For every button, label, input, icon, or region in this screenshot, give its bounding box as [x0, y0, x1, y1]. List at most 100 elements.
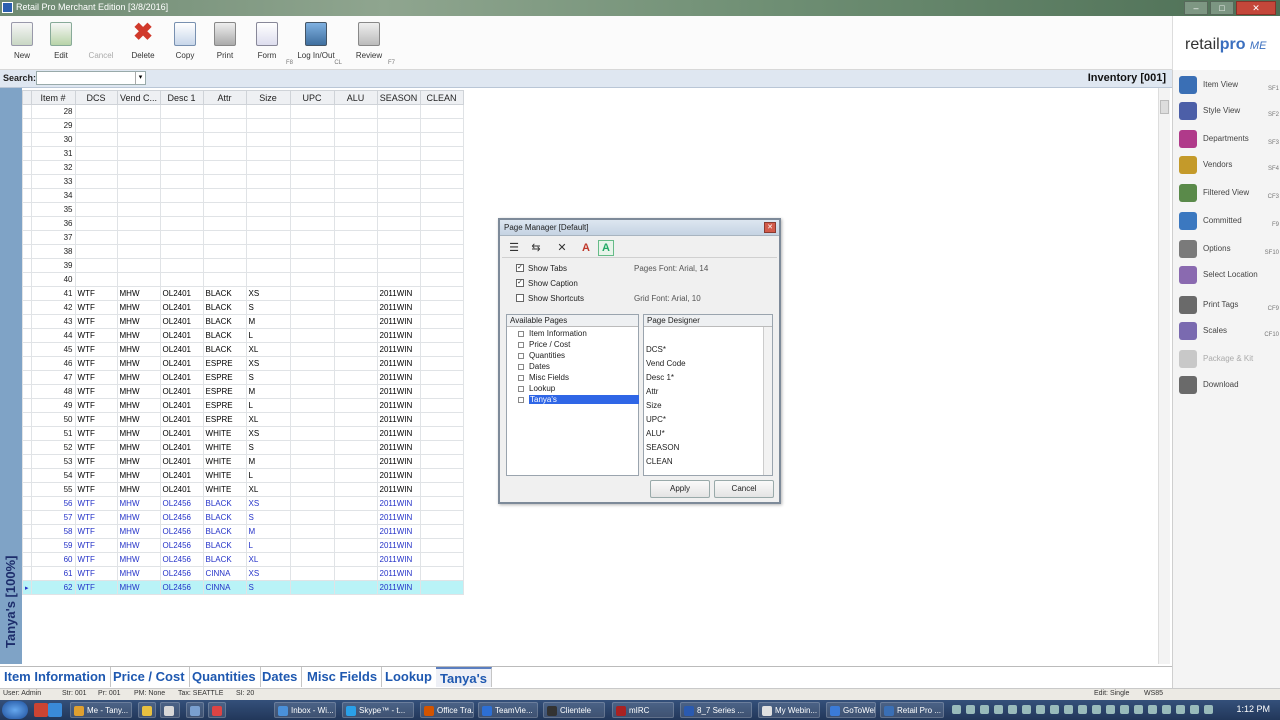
tray-icon[interactable] [1022, 705, 1031, 714]
table-cell[interactable]: XS [245, 286, 291, 301]
table-row[interactable]: 31 [22, 146, 464, 161]
item-number-cell[interactable]: 42 [30, 300, 76, 315]
table-cell[interactable] [116, 132, 161, 147]
table-cell[interactable] [202, 118, 247, 133]
grid-font-icon[interactable]: A [598, 240, 614, 256]
table-cell[interactable] [289, 510, 335, 525]
table-cell[interactable] [289, 398, 335, 413]
table-cell[interactable]: ESPRE [202, 384, 247, 399]
table-cell[interactable]: 2011WIN [376, 552, 421, 567]
table-cell[interactable]: 2011WIN [376, 426, 421, 441]
table-cell[interactable]: OL2401 [159, 286, 204, 301]
swap-icon[interactable]: ⇆ [528, 240, 544, 256]
table-row[interactable]: 54 WTF MHW OL2401 WHITE L 2011WIN [22, 468, 464, 483]
tray-icon[interactable] [1148, 705, 1157, 714]
tray-icon[interactable] [1190, 705, 1199, 714]
table-row[interactable]: 61 WTF MHW OL2456 CINNA XS 2011WIN [22, 566, 464, 581]
table-cell[interactable]: MHW [116, 356, 161, 371]
table-cell[interactable]: MHW [116, 580, 161, 595]
row-indicator[interactable] [22, 146, 32, 161]
table-cell[interactable]: WHITE [202, 482, 247, 497]
table-cell[interactable]: WTF [74, 580, 118, 595]
grid-corner[interactable] [22, 90, 32, 105]
table-cell[interactable]: WTF [74, 356, 118, 371]
table-cell[interactable] [419, 384, 464, 399]
item-number-cell[interactable]: 47 [30, 370, 76, 385]
table-cell[interactable]: 2011WIN [376, 384, 421, 399]
table-cell[interactable] [333, 552, 378, 567]
item-number-cell[interactable]: 44 [30, 328, 76, 343]
table-cell[interactable] [116, 244, 161, 259]
table-row[interactable]: 52 WTF MHW OL2401 WHITE S 2011WIN [22, 440, 464, 455]
new-button[interactable]: New [2, 22, 42, 60]
table-cell[interactable]: CINNA [202, 580, 247, 595]
side-item-departments[interactable]: Departments SF3 [1177, 128, 1279, 150]
item-number-cell[interactable]: 28 [30, 104, 76, 119]
table-cell[interactable]: 2011WIN [376, 510, 421, 525]
table-cell[interactable]: OL2401 [159, 384, 204, 399]
taskbar-item[interactable]: Clientele [543, 702, 605, 718]
table-cell[interactable] [74, 272, 118, 287]
table-cell[interactable] [289, 314, 335, 329]
table-cell[interactable]: MHW [116, 482, 161, 497]
table-cell[interactable] [289, 342, 335, 357]
row-indicator[interactable] [22, 524, 32, 539]
table-cell[interactable]: XL [245, 342, 291, 357]
table-cell[interactable] [289, 160, 335, 175]
table-cell[interactable]: WTF [74, 286, 118, 301]
table-cell[interactable] [333, 300, 378, 315]
item-number-cell[interactable]: 56 [30, 496, 76, 511]
table-cell[interactable] [376, 132, 421, 147]
table-cell[interactable] [289, 174, 335, 189]
row-indicator[interactable] [22, 202, 32, 217]
table-cell[interactable] [159, 216, 204, 231]
table-cell[interactable] [74, 244, 118, 259]
ie-icon[interactable] [48, 703, 62, 717]
table-cell[interactable]: MHW [116, 566, 161, 581]
table-cell[interactable] [159, 146, 204, 161]
item-number-cell[interactable]: 59 [30, 538, 76, 553]
table-cell[interactable] [333, 132, 378, 147]
table-cell[interactable] [289, 272, 335, 287]
column-header[interactable]: ALU [333, 90, 378, 105]
item-number-cell[interactable]: 51 [30, 426, 76, 441]
table-cell[interactable] [419, 370, 464, 385]
table-cell[interactable]: MHW [116, 454, 161, 469]
taskbar-item[interactable] [186, 702, 204, 718]
table-cell[interactable] [289, 258, 335, 273]
item-number-cell[interactable]: 29 [30, 118, 76, 133]
table-cell[interactable] [333, 104, 378, 119]
table-cell[interactable]: MHW [116, 496, 161, 511]
side-item-style-view[interactable]: Style View SF2 [1177, 100, 1279, 122]
table-cell[interactable] [159, 104, 204, 119]
tab-misc-fields[interactable]: Misc Fields [303, 667, 383, 687]
table-cell[interactable] [333, 230, 378, 245]
table-cell[interactable] [202, 188, 247, 203]
side-item-package-kit[interactable]: Package & Kit [1177, 348, 1279, 370]
table-row[interactable]: 53 WTF MHW OL2401 WHITE M 2011WIN [22, 454, 464, 469]
table-cell[interactable] [419, 202, 464, 217]
table-row[interactable]: 34 [22, 188, 464, 203]
row-indicator[interactable] [22, 104, 32, 119]
table-row[interactable]: 56 WTF MHW OL2456 BLACK XS 2011WIN [22, 496, 464, 511]
row-indicator[interactable] [22, 160, 32, 175]
taskbar-item[interactable] [138, 702, 156, 718]
table-cell[interactable] [333, 426, 378, 441]
table-cell[interactable] [245, 160, 291, 175]
tab-price-cost[interactable]: Price / Cost [109, 667, 190, 687]
item-number-cell[interactable]: 37 [30, 230, 76, 245]
copy-button[interactable]: Copy [165, 22, 205, 60]
table-cell[interactable]: BLACK [202, 286, 247, 301]
table-row[interactable]: 50 WTF MHW OL2401 ESPRE XL 2011WIN [22, 412, 464, 427]
side-item-download[interactable]: Download [1177, 374, 1279, 396]
row-indicator[interactable] [22, 272, 32, 287]
table-row[interactable]: 48 WTF MHW OL2401 ESPRE M 2011WIN [22, 384, 464, 399]
table-row[interactable]: 57 WTF MHW OL2456 BLACK S 2011WIN [22, 510, 464, 525]
table-cell[interactable] [245, 118, 291, 133]
table-cell[interactable] [376, 118, 421, 133]
tray-icon[interactable] [994, 705, 1003, 714]
table-cell[interactable]: M [245, 314, 291, 329]
table-cell[interactable]: 2011WIN [376, 496, 421, 511]
table-cell[interactable] [202, 230, 247, 245]
table-cell[interactable] [289, 538, 335, 553]
